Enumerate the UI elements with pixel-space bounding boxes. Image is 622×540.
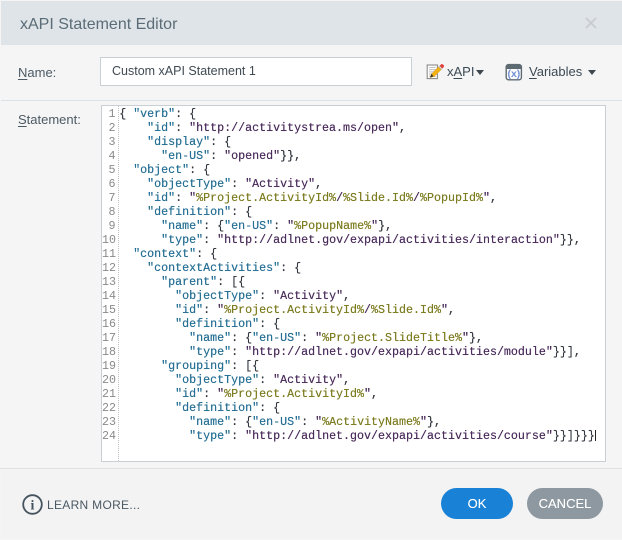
svg-text:(x): (x): [507, 68, 520, 80]
svg-text:i: i: [31, 499, 35, 514]
